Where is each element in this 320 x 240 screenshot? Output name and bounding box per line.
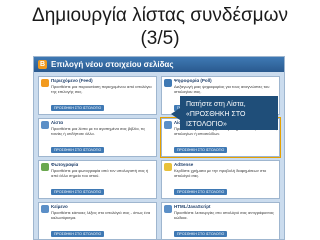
gadget-card-photo: Φωτογραφία Προσθέστε μια φωτογραφία από … (38, 160, 157, 199)
gadget-title: Κείμενο (51, 204, 68, 209)
gadget-card-html: HTML/JavaScript Προσθέστε λειτουργίες στ… (161, 202, 280, 239)
gadget-desc: Κερδίστε χρήματα με την προβολή διαφημίσ… (174, 168, 267, 178)
gadget-desc: Προσθέστε μια λίστα με τα αγαπημένα σας … (51, 126, 146, 136)
add-to-blog-button[interactable]: ΠΡΟΣΘΗΚΗ ΣΤΟ ΙΣΤΟΛΟΓΙΟ (174, 147, 228, 153)
gadget-desc: Προσθέστε λειτουργίες στο ιστολόγιό σας … (174, 210, 274, 220)
gadget-card-list: Λίστα Προσθέστε μια λίστα με τα αγαπημέν… (38, 118, 157, 157)
text-icon (41, 205, 49, 213)
list-icon (41, 121, 49, 129)
slide-title-line1: Δημιουργία λίστας συνδέσμων (32, 5, 288, 26)
dialog-header: B Επιλογή νέου στοιχείου σελίδας (34, 57, 284, 72)
add-to-blog-button[interactable]: ΠΡΟΣΘΗΚΗ ΣΤΟ ΙΣΤΟΛΟΓΙΟ (51, 105, 105, 111)
screenshot-dialog: B Επιλογή νέου στοιχείου σελίδας Περιεχό… (33, 56, 285, 240)
html-icon (164, 205, 172, 213)
add-to-blog-button[interactable]: ΠΡΟΣΘΗΚΗ ΣΤΟ ΙΣΤΟΛΟΓΙΟ (51, 189, 105, 195)
gadget-title: HTML/JavaScript (174, 204, 211, 209)
slide-title-line2: (3/5) (140, 28, 180, 49)
gadget-card-feed: Περιεχόμενο (Feed) Προσθέστε μια παρουσί… (38, 76, 157, 115)
gadget-title: AdSense (174, 162, 194, 167)
gadget-card-text: Κείμενο Προσθέστε κάποιες λέξεις στο ιστ… (38, 202, 157, 239)
callout-arrow (171, 108, 180, 120)
slide-title: Δημιουργία λίστας συνδέσμων (3/5) (0, 4, 320, 50)
gadget-desc: Προσθέστε μια παρουσίαση περιεχομένου απ… (51, 84, 152, 94)
dialog-title: Επιλογή νέου στοιχείου σελίδας (51, 60, 174, 69)
link-list-icon (164, 121, 172, 129)
gadget-title: Φωτογραφία (51, 162, 79, 167)
photo-icon (41, 163, 49, 171)
instruction-callout: Πατήστε στη Λίστα, «ΠΡΟΣΘΗΚΗ ΣΤΟ ΙΣΤΟΛΟΓ… (180, 96, 278, 130)
feed-icon (41, 79, 49, 87)
gadget-title: Ψηφοφορία (Poll) (174, 78, 212, 83)
callout-line1: Πατήστε στη Λίστα, (186, 101, 246, 108)
gadget-title: Περιεχόμενο (Feed) (51, 78, 93, 83)
gadget-desc: Διεξαγωγή μιας ψηφοφορίας για τους αναγν… (174, 84, 270, 94)
poll-icon (164, 79, 172, 87)
blogger-icon: B (38, 60, 47, 69)
add-to-blog-button[interactable]: ΠΡΟΣΘΗΚΗ ΣΤΟ ΙΣΤΟΛΟΓΙΟ (174, 189, 228, 195)
callout-line2: «ΠΡΟΣΘΗΚΗ ΣΤΟ ΙΣΤΟΛΟΓΙΟ» (186, 111, 246, 128)
add-to-blog-button[interactable]: ΠΡΟΣΘΗΚΗ ΣΤΟ ΙΣΤΟΛΟΓΙΟ (51, 231, 105, 237)
gadget-desc: Προσθέστε μια φωτογραφία από τον υπολογι… (51, 168, 149, 178)
add-to-blog-button[interactable]: ΠΡΟΣΘΗΚΗ ΣΤΟ ΙΣΤΟΛΟΓΙΟ (174, 231, 228, 237)
gadget-title: Λίστα (51, 120, 63, 125)
gadget-card-adsense: AdSense Κερδίστε χρήματα με την προβολή … (161, 160, 280, 199)
add-to-blog-button[interactable]: ΠΡΟΣΘΗΚΗ ΣΤΟ ΙΣΤΟΛΟΓΙΟ (51, 147, 105, 153)
gadget-desc: Προσθέστε κάποιες λέξεις στο ιστολόγιό σ… (51, 210, 151, 220)
adsense-icon (164, 163, 172, 171)
